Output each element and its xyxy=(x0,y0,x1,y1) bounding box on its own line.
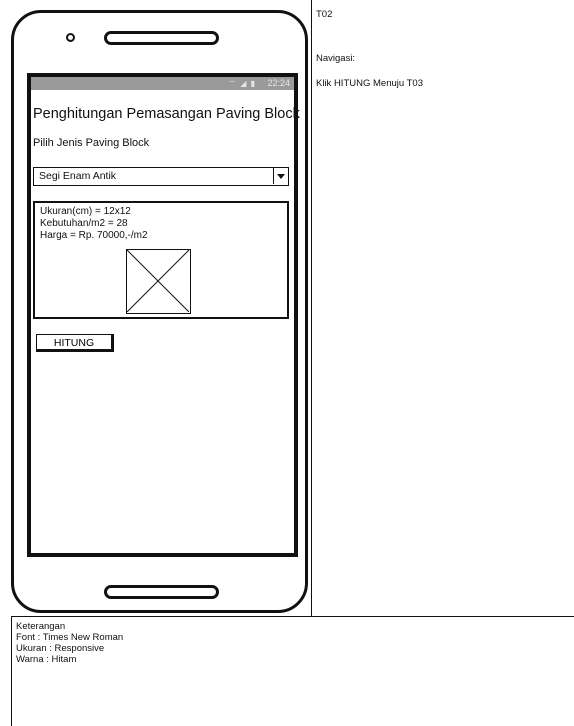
info-harga: Harga = Rp. 70000,-/m2 xyxy=(40,230,148,241)
select-value: Segi Enam Antik xyxy=(39,170,117,182)
image-placeholder-icon xyxy=(126,249,191,314)
status-bar: ⌔ ◢ ▮ 22:24 xyxy=(31,77,294,90)
home-button[interactable] xyxy=(104,585,219,599)
panel-divider xyxy=(311,0,312,616)
page-title: Penghitungan Pemasangan Paving Block xyxy=(33,106,300,122)
paving-type-select[interactable]: Segi Enam Antik xyxy=(33,167,289,186)
notes-size: Ukuran : Responsive xyxy=(16,643,105,654)
info-kebutuhan: Kebutuhan/m2 = 28 xyxy=(40,218,128,229)
notes-font: Font : Times New Roman xyxy=(16,632,124,643)
notes-panel: Keterangan Font : Times New Roman Ukuran… xyxy=(11,616,574,726)
info-ukuran: Ukuran(cm) = 12x12 xyxy=(40,206,131,217)
navigation-note: Klik HITUNG Menuju T03 xyxy=(316,78,423,89)
front-camera-icon xyxy=(66,33,75,42)
select-label: Pilih Jenis Paving Block xyxy=(33,137,150,149)
page-id: T02 xyxy=(316,9,333,20)
speaker-slot xyxy=(104,31,219,45)
notes-color: Warna : Hitam xyxy=(16,654,77,665)
info-panel: Ukuran(cm) = 12x12 Kebutuhan/m2 = 28 Har… xyxy=(33,201,289,319)
chevron-down-icon[interactable] xyxy=(273,168,288,184)
hitung-button[interactable]: HITUNG xyxy=(36,334,114,352)
status-time: 22:24 xyxy=(267,78,290,88)
navigation-heading: Navigasi: xyxy=(316,53,356,64)
notes-heading: Keterangan xyxy=(16,621,66,632)
signal-battery-icon: ⌔ ◢ ▮ xyxy=(228,79,256,88)
